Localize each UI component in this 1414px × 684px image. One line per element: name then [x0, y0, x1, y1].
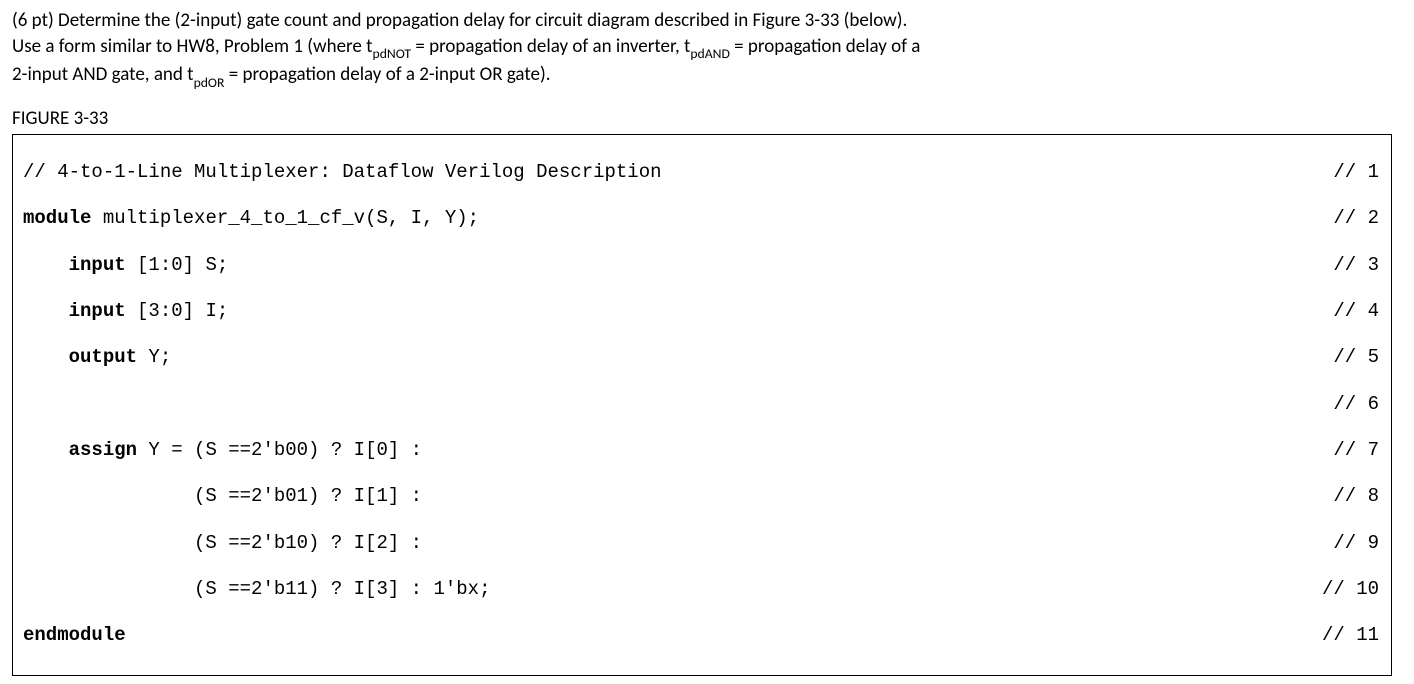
- code-line-8: (S ==2'b01) ? I[1] :// 8: [23, 485, 1381, 508]
- question-line3b: = propagation delay of a 2-input OR gate…: [224, 63, 550, 86]
- line-num-8: // 8: [1333, 485, 1381, 508]
- code-line-1: // 4-to-1-Line Multiplexer: Dataflow Ver…: [23, 161, 1381, 184]
- code-line-4: input [3:0] I;// 4: [23, 300, 1381, 323]
- code-line-2: module multiplexer_4_to_1_cf_v(S, I, Y);…: [23, 207, 1381, 230]
- line-num-11: // 11: [1322, 624, 1381, 647]
- line-num-9: // 9: [1333, 532, 1381, 555]
- line-num-3: // 3: [1333, 254, 1381, 277]
- line-num-10: // 10: [1322, 578, 1381, 601]
- code-line-11: endmodule // 11: [23, 624, 1381, 647]
- line-num-4: // 4: [1333, 300, 1381, 323]
- kw-assign: assign: [69, 439, 137, 461]
- code-figure: // 4-to-1-Line Multiplexer: Dataflow Ver…: [12, 134, 1392, 676]
- line-num-1: // 1: [1333, 161, 1381, 184]
- line-num-5: // 5: [1333, 346, 1381, 369]
- question-line2b: = propagation delay of an inverter, t: [411, 35, 690, 58]
- question-line2a: Use a form similar to HW8, Problem 1 (wh…: [12, 35, 373, 58]
- kw-module: module: [23, 207, 91, 229]
- code-line-6: // 6: [23, 393, 1381, 416]
- code-line-3: input [1:0] S;// 3: [23, 254, 1381, 277]
- kw-endmodule: endmodule: [23, 624, 126, 646]
- sub-pdor: pdOR: [194, 74, 225, 91]
- question-line1: (6 pt) Determine the (2-input) gate coun…: [12, 9, 907, 32]
- code-line-5: output Y;// 5: [23, 346, 1381, 369]
- code-line-9: (S ==2'b10) ? I[2] :// 9: [23, 532, 1381, 555]
- question-line2c: = propagation delay of a: [730, 35, 921, 58]
- figure-label: FIGURE 3-33: [12, 106, 1402, 132]
- code-line-10: (S ==2'b11) ? I[3] : 1'bx;// 10: [23, 578, 1381, 601]
- sub-pdnot: pdNOT: [373, 45, 412, 62]
- kw-output: output: [69, 346, 137, 368]
- question-line3a: 2-input AND gate, and t: [12, 63, 194, 86]
- kw-input: input: [69, 254, 126, 276]
- question-text: (6 pt) Determine the (2-input) gate coun…: [12, 8, 1402, 90]
- sub-pdand: pdAND: [690, 45, 730, 62]
- kw-input: input: [69, 300, 126, 322]
- line-num-7: // 7: [1333, 439, 1381, 462]
- line-num-2: // 2: [1333, 207, 1381, 230]
- code-line-7: assign Y = (S ==2'b00) ? I[0] :// 7: [23, 439, 1381, 462]
- line-num-6: // 6: [1333, 393, 1381, 416]
